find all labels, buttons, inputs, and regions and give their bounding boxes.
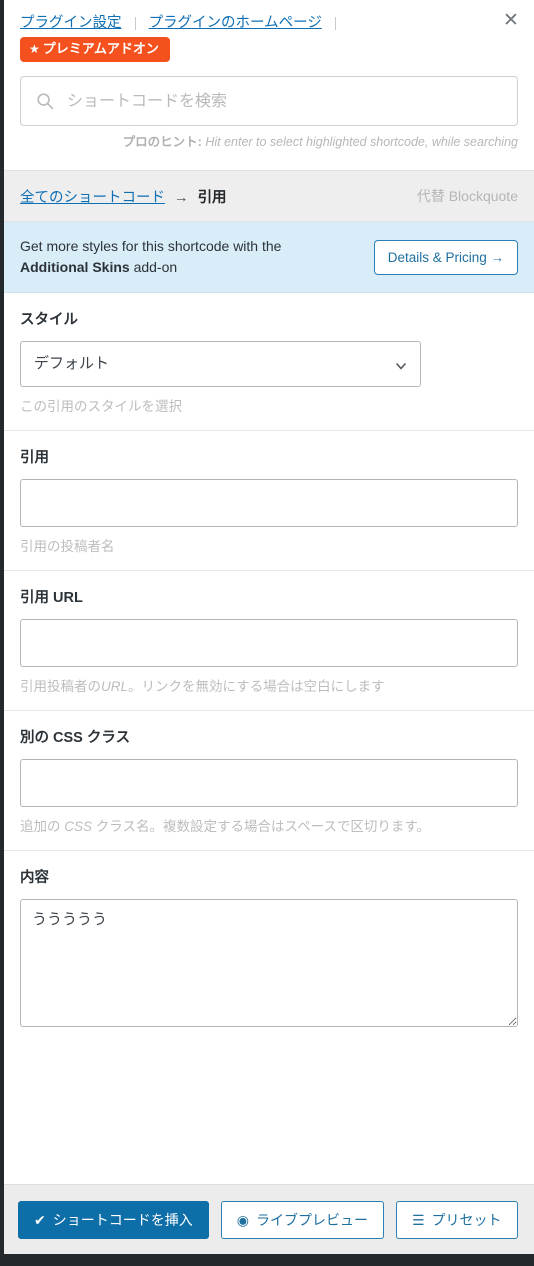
css-class-input[interactable] [20,759,518,807]
live-preview-label: ライブプレビュー [255,1211,368,1228]
premium-addon-badge[interactable]: ★ プレミアムアドオン [20,37,170,62]
header-link-divider [134,17,136,31]
premium-badge-row: ★ プレミアムアドオン [4,32,534,62]
modal-footer: ✔ ショートコードを挿入 ◉ ライブプレビュー ☰ プリセット [4,1184,534,1254]
field-style-label: スタイル [20,312,78,328]
field-quote: 引用 引用の投稿者名 [4,431,534,571]
content-textarea[interactable]: ううううう [20,899,518,1027]
field-quote-url: 引用 URL 引用投稿者のURL。リンクを無効にする場合は空白にします [4,571,534,711]
breadcrumb-arrow: → [174,189,189,206]
breadcrumb-current: 引用 [197,189,227,206]
quote-input[interactable] [20,479,518,527]
search-input[interactable] [65,77,509,127]
upsell-addon-name: Additional Skins [20,259,130,275]
header-links: プラグイン設定 プラグインのホームページ [4,14,534,32]
upsell-line-1: Get more styles for this shortcode with … [20,238,282,254]
field-content: 内容 ううううう [4,851,534,1048]
shortcode-alt-name: 代替 Blockquote [416,188,518,204]
admin-edge-bottom [0,1254,534,1266]
details-and-pricing-button[interactable]: Details & Pricing → [373,239,518,275]
presets-label: プリセット [431,1211,502,1228]
plugin-homepage-link[interactable]: プラグインのホームページ [149,15,322,31]
search-section [4,62,534,127]
pro-tip-text: プロのヒント: Hit enter to select highlighted … [4,126,534,150]
field-css-class: 別の CSS クラス 追加の CSS クラス名。複数設定する場合はスペースで区切… [4,711,534,851]
eye-icon: ◉ [236,1211,249,1228]
quote-url-help-post: 。リンクを無効にする場合は空白にします [128,679,385,694]
breadcrumb-bar: 全てのショートコード → 引用 代替 Blockquote [4,170,534,222]
field-quote-url-help: 引用投稿者のURL。リンクを無効にする場合は空白にします [20,678,518,696]
premium-addon-label: プレミアムアドオン [42,41,159,56]
pro-tip-body: Hit enter to select highlighted shortcod… [205,135,518,149]
field-quote-url-label: 引用 URL [20,590,83,606]
insert-shortcode-label: ショートコードを挿入 [52,1211,193,1228]
search-box[interactable] [20,76,518,127]
shortcode-modal: プラグイン設定 プラグインのホームページ ★ プレミアムアドオン ✕ ショートコ… [4,0,534,1254]
breadcrumb: 全てのショートコード → 引用 [20,186,227,207]
upsell-notice-text: Get more styles for this shortcode with … [20,236,281,278]
live-preview-button[interactable]: ◉ ライブプレビュー [220,1200,384,1239]
presets-button[interactable]: ☰ プリセット [395,1200,518,1239]
hamburger-icon: ☰ [411,1211,425,1228]
field-style: スタイル デフォルト この引用のスタイルを選択 [4,293,534,431]
modal-header: プラグイン設定 プラグインのホームページ ★ プレミアムアドオン ✕ [4,0,534,62]
field-css-class-label: 別の CSS クラス [20,730,131,746]
quote-url-input[interactable] [20,619,518,667]
css-help-em: CSS [64,819,93,834]
chevron-down-icon [395,359,407,371]
field-content-label: 内容 [20,870,49,886]
field-quote-help: 引用の投稿者名 [20,539,115,554]
style-select[interactable]: デフォルト [20,341,421,387]
upsell-notice: Get more styles for this shortcode with … [4,222,534,293]
field-css-class-help: 追加の CSS クラス名。複数設定する場合はスペースで区切ります。 [20,818,518,836]
search-icon [36,92,54,110]
css-help-post: クラス名。複数設定する場合はスペースで区切ります。 [92,819,431,834]
quote-url-help-em: URL [101,679,129,694]
check-icon: ✔ [34,1211,46,1228]
field-quote-label: 引用 [20,450,49,466]
close-icon[interactable]: ✕ [498,8,524,34]
quote-url-help-pre: 引用投稿者の [20,679,101,694]
shortcode-modal-screen: プラグイン設定 プラグインのホームページ ★ プレミアムアドオン ✕ ショートコ… [0,0,534,1266]
field-style-help: この引用のスタイルを選択 [20,399,182,414]
star-icon: ★ [29,42,40,56]
pro-tip-label: プロのヒント: [122,135,202,149]
header-link-divider-trailing [334,17,336,31]
insert-shortcode-button[interactable]: ✔ ショートコードを挿入 [18,1200,209,1239]
plugin-settings-link[interactable]: プラグイン設定 [20,15,122,31]
css-help-pre: 追加の [20,819,65,834]
upsell-line-2-tail: add-on [129,259,178,275]
style-select-value: デフォルト [34,355,110,372]
breadcrumb-all-shortcodes-link[interactable]: 全てのショートコード [20,190,165,206]
